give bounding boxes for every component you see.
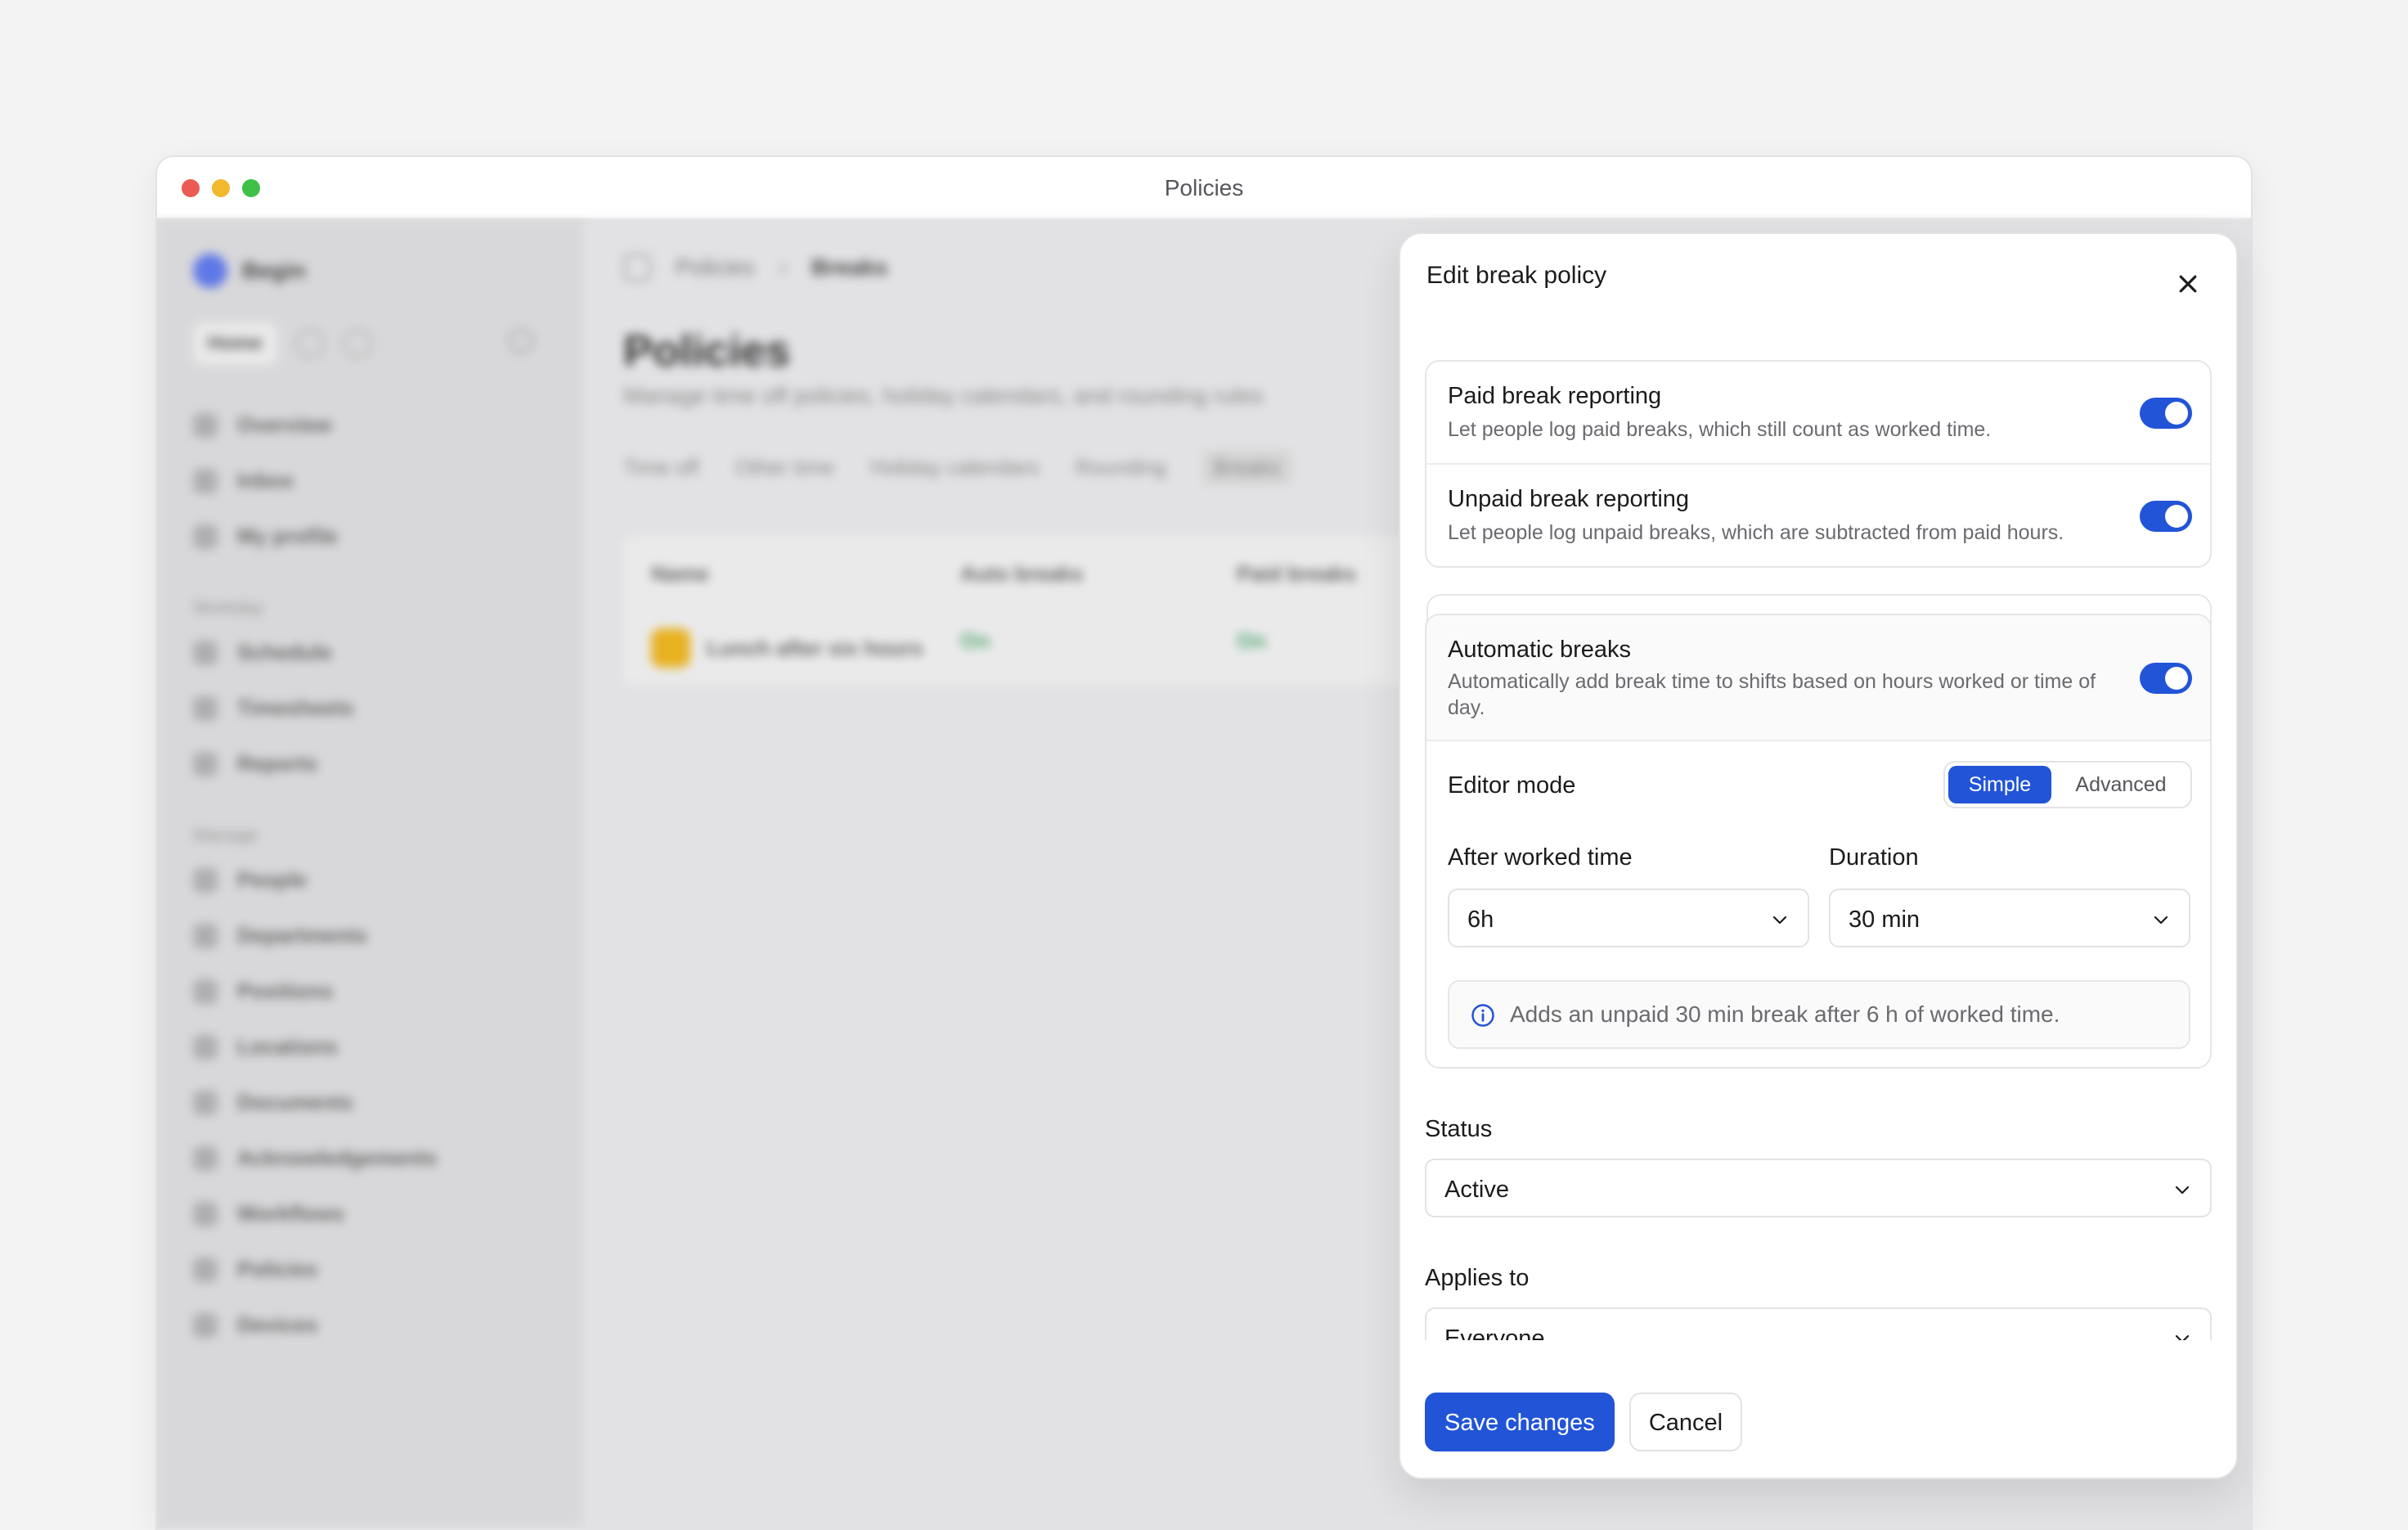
panel-footer: Save changes Cancel	[1425, 1393, 1743, 1451]
paid-break-toggle[interactable]	[2140, 398, 2192, 429]
after-worked-time-label: After worked time	[1448, 844, 1633, 871]
editor-mode-simple[interactable]: Simple	[1948, 766, 2051, 803]
save-changes-button[interactable]: Save changes	[1425, 1393, 1615, 1451]
info-icon	[1471, 1004, 1494, 1027]
automatic-breaks-title: Automatic breaks	[1448, 637, 1632, 663]
status-select[interactable]: Active	[1425, 1159, 2212, 1217]
toggle-knob	[2165, 505, 2188, 528]
automatic-breaks-description-line1: Automatically add break time to shifts b…	[1448, 670, 2096, 693]
unpaid-break-toggle[interactable]	[2140, 501, 2192, 532]
automatic-breaks-toggle[interactable]	[2140, 663, 2192, 694]
divider	[1426, 463, 2210, 465]
applies-to-select[interactable]: Everyone	[1425, 1307, 2212, 1340]
editor-mode-label: Editor mode	[1448, 772, 1576, 799]
close-icon[interactable]	[2176, 272, 2200, 296]
after-worked-time-select[interactable]: 6h	[1448, 889, 1809, 947]
paid-break-description: Let people log paid breaks, which still …	[1448, 418, 1992, 441]
applies-to-label: Applies to	[1425, 1265, 1530, 1291]
status-label: Status	[1425, 1116, 1493, 1142]
duration-select[interactable]: 30 min	[1829, 889, 2190, 947]
break-summary-info: Adds an unpaid 30 min break after 6 h of…	[1448, 980, 2190, 1049]
divider	[1426, 740, 2210, 741]
unpaid-break-description: Let people log unpaid breaks, which are …	[1448, 521, 2064, 544]
editor-mode-advanced[interactable]: Advanced	[2058, 766, 2184, 803]
chevron-down-icon	[2175, 1334, 2190, 1340]
toggle-knob	[2165, 402, 2188, 425]
paid-break-title: Paid break reporting	[1448, 383, 1662, 409]
break-reporting-section: Paid break reporting Let people log paid…	[1425, 360, 2212, 568]
title-bar: Policies	[157, 157, 2251, 219]
status-value: Active	[1444, 1177, 1509, 1203]
cancel-button[interactable]: Cancel	[1629, 1393, 1743, 1451]
applies-to-value: Everyone	[1444, 1325, 1545, 1340]
automatic-breaks-section: Automatic breaks Automatically add break…	[1425, 614, 2212, 1069]
chevron-down-icon	[1772, 916, 1787, 925]
after-worked-time-value: 6h	[1467, 907, 1494, 933]
chevron-down-icon	[2175, 1186, 2190, 1195]
applies-to-clip: Everyone	[1425, 1307, 2212, 1340]
toggle-knob	[2165, 667, 2188, 690]
editor-mode-segmented-control: Simple Advanced	[1943, 761, 2192, 808]
unpaid-break-title: Unpaid break reporting	[1448, 486, 1690, 512]
break-summary-text: Adds an unpaid 30 min break after 6 h of…	[1510, 1001, 2060, 1027]
duration-value: 30 min	[1849, 907, 1921, 933]
panel-title: Edit break policy	[1426, 262, 1607, 289]
automatic-breaks-description-line2: day.	[1448, 696, 1485, 719]
chevron-down-icon	[2154, 916, 2168, 925]
duration-label: Duration	[1829, 844, 1919, 871]
window-title: Policies	[1164, 175, 1244, 200]
